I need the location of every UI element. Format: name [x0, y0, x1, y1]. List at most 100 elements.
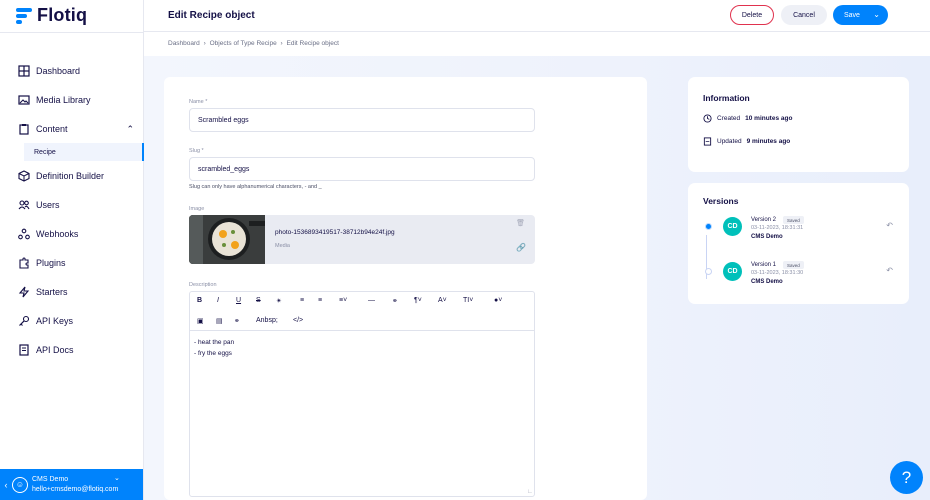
sidebar-item-label: Dashboard [36, 65, 81, 76]
collapse-sidebar-icon[interactable]: ‹ [0, 480, 12, 490]
text-size-icon[interactable]: TI˅ [463, 297, 473, 304]
horizontal-rule-icon[interactable]: — [368, 297, 375, 304]
version-author: CMS Demo [751, 234, 783, 240]
sidebar-item-label: Plugins [36, 257, 66, 268]
restore-icon[interactable]: ↶ [886, 221, 893, 230]
eraser-icon[interactable]: ✴ [276, 297, 282, 305]
author-avatar: CD [723, 262, 742, 281]
strikethrough-icon[interactable]: S [256, 297, 261, 304]
status-badge: Saved [783, 261, 804, 269]
breadcrumb-objects[interactable]: Objects of Type Recipe [210, 40, 277, 47]
italic-icon[interactable]: I [217, 297, 219, 304]
paragraph-icon[interactable]: ¶˅ [414, 297, 422, 304]
sidebar-subitem-label: Recipe [34, 148, 56, 156]
description-label: Description [189, 282, 217, 288]
sidebar-item-content[interactable]: Content ⌃ [0, 114, 144, 143]
link-icon[interactable]: 🔗 [516, 243, 526, 252]
user-email: hello+cmsdemo@flotiq.com [32, 485, 119, 493]
bullet-list-icon[interactable]: ≡ [300, 297, 304, 304]
slug-input[interactable]: scrambled_eggs [189, 157, 535, 181]
help-button[interactable]: ? [890, 461, 923, 494]
information-card: Information Created 10 minutes ago Updat… [688, 77, 909, 172]
sidebar-item-label: Users [36, 199, 60, 210]
flotiq-logo[interactable]: Flotiq [16, 5, 87, 26]
description-textarea[interactable]: - heat the pan - fry the eggs [190, 331, 534, 365]
user-menu[interactable]: ‹ ☺ CMS Demo hello+cmsdemo@flotiq.com ⌄ [0, 469, 143, 500]
image-type: Media [275, 243, 290, 249]
align-icon[interactable]: ≡˅ [339, 297, 347, 304]
bold-icon[interactable]: B [197, 297, 202, 304]
trash-icon[interactable]: 🗑 [516, 219, 525, 227]
version-name: Version 2 [751, 217, 777, 223]
insert-table-icon[interactable]: ▤ [216, 317, 223, 325]
sidebar-item-label: Starters [36, 286, 68, 297]
sidebar-item-label: Webhooks [36, 228, 79, 239]
user-info: CMS Demo hello+cmsdemo@flotiq.com [32, 475, 118, 495]
version-date: 03-11-2023, 18:31:30 [751, 270, 804, 276]
users-icon [18, 199, 30, 209]
version-name: Version 1 [751, 262, 777, 268]
sidebar-item-dashboard[interactable]: Dashboard [0, 56, 144, 85]
chevron-down-icon[interactable]: ⌄ [114, 474, 120, 482]
underline-icon[interactable]: U [236, 297, 241, 304]
nbsp-button[interactable]: Anbsp; [256, 317, 278, 324]
created-row: Created 10 minutes ago [703, 114, 792, 123]
sidebar-subitem-recipe[interactable]: Recipe [24, 143, 144, 161]
insert-image-icon[interactable]: ▣ [197, 317, 204, 325]
version-date: 03-11-2023, 18:31:31 [751, 225, 804, 231]
sidebar-item-starters[interactable]: Starters [0, 277, 144, 306]
sidebar-item-plugins[interactable]: Plugins [0, 248, 144, 277]
sidebar-item-api-keys[interactable]: API Keys [0, 306, 144, 335]
font-color-icon[interactable]: A˅ [438, 297, 447, 304]
sidebar-item-webhooks[interactable]: Webhooks [0, 219, 144, 248]
description-line: - heat the pan [194, 339, 235, 346]
save-button-label: Save [844, 11, 860, 19]
versions-card: Versions CD Version 2 Saved 03-11-2023, … [688, 183, 909, 304]
key-icon [19, 315, 30, 326]
sidebar-item-definition-builder[interactable]: Definition Builder [0, 161, 144, 190]
breadcrumb-dashboard[interactable]: Dashboard [168, 40, 200, 47]
link-icon[interactable]: ⚭ [392, 297, 398, 305]
insert-link-icon[interactable]: ⚭ [234, 317, 240, 325]
image-filename: photo-1536893419517-38712b94e24f.jpg [275, 229, 395, 236]
breadcrumb: Dashboard › Objects of Type Recipe › Edi… [168, 40, 341, 47]
edit-document-icon [703, 137, 712, 146]
version-item[interactable]: CD Version 1 Saved 03-11-2023, 18:31:30 … [703, 258, 898, 290]
source-code-icon[interactable]: </> [293, 317, 303, 324]
clock-icon [703, 114, 712, 123]
chevron-right-icon: › [280, 40, 283, 47]
clipboard-icon [19, 123, 29, 135]
name-label: Name * [189, 99, 208, 105]
restore-icon[interactable]: ↶ [886, 266, 893, 275]
flotiq-logo-icon [16, 7, 32, 25]
fill-color-icon[interactable]: ●˅ [494, 297, 502, 304]
name-input[interactable]: Scrambled eggs [189, 108, 535, 132]
created-prefix: Created [717, 115, 741, 122]
sidebar-item-label: Media Library [36, 94, 91, 105]
versions-title: Versions [703, 196, 739, 206]
numbered-list-icon[interactable]: ≡ [318, 297, 322, 304]
image-label: Image [189, 206, 205, 212]
page-title: Edit Recipe object [168, 10, 255, 21]
cancel-button[interactable]: Cancel [781, 5, 827, 25]
sidebar-nav: Dashboard Media Library Content ⌃ Recipe… [0, 56, 144, 364]
resize-handle-icon[interactable]: ∟ [527, 489, 533, 495]
updated-value: 9 minutes ago [746, 138, 791, 145]
image-media-item[interactable]: photo-1536893419517-38712b94e24f.jpg Med… [189, 215, 535, 264]
version-item[interactable]: CD Version 2 Saved 03-11-2023, 18:31:31 … [703, 213, 898, 245]
image-thumbnail [189, 215, 265, 264]
sidebar-item-api-docs[interactable]: API Docs [0, 335, 144, 364]
webhook-icon [18, 228, 30, 239]
delete-button[interactable]: Delete [730, 5, 774, 25]
save-button[interactable]: Save ⌄ [833, 5, 888, 25]
status-badge: Saved [783, 216, 804, 224]
timeline-dot [705, 223, 712, 230]
sidebar-item-users[interactable]: Users [0, 190, 144, 219]
edit-form: Name * Scrambled eggs Slug * scrambled_e… [164, 77, 647, 500]
sidebar-item-media-library[interactable]: Media Library [0, 85, 144, 114]
chevron-down-icon[interactable]: ⌄ [873, 10, 880, 19]
sidebar: Flotiq Dashboard Media Library Content ⌃… [0, 0, 144, 500]
sidebar-divider [0, 32, 144, 33]
chevron-right-icon: › [203, 40, 206, 47]
chevron-up-icon[interactable]: ⌃ [126, 124, 134, 135]
